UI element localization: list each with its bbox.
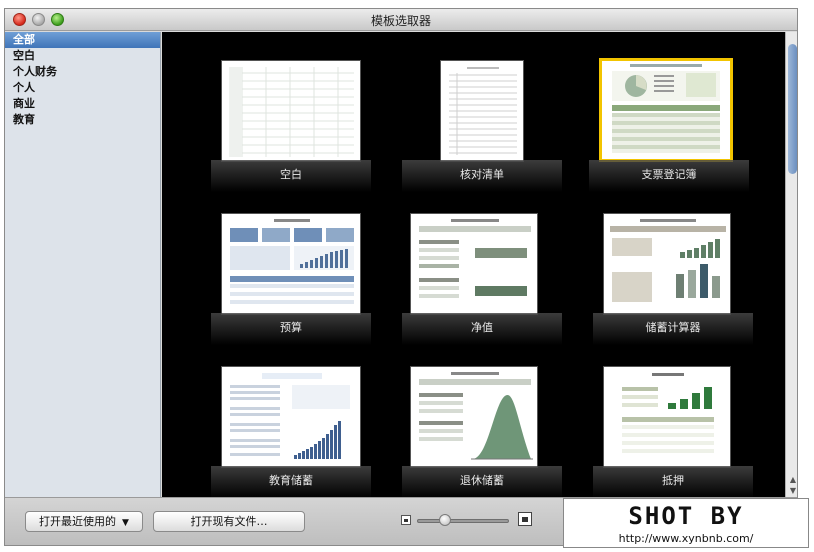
template-label: 退休储蓄 (402, 466, 562, 497)
education-savings-preview (230, 373, 350, 459)
template-tile-net-worth[interactable]: 净值 (402, 213, 562, 347)
zoom-out-icon[interactable] (401, 515, 411, 525)
sidebar-item-personal-finance[interactable]: 个人财务 (5, 64, 160, 80)
scroll-up-arrow-icon[interactable]: ▲ (788, 475, 797, 485)
template-label: 核对清单 (402, 160, 562, 192)
savings-calculator-preview (610, 219, 726, 302)
open-existing-file-button[interactable]: 打开现有文件… (153, 511, 305, 532)
template-label: 教育储蓄 (211, 466, 371, 497)
popup-arrow-icon: ▼ (122, 518, 129, 528)
retirement-savings-preview (419, 372, 533, 460)
template-label: 空白 (211, 160, 371, 192)
template-thumbnail-budget (221, 213, 361, 315)
net-worth-preview (419, 219, 531, 298)
template-label: 抵押 (593, 466, 753, 497)
scroll-down-arrow-icon[interactable]: ▼ (788, 486, 797, 496)
template-thumbnail-education-savings (221, 366, 361, 468)
blank-sheet-preview (229, 67, 354, 157)
title-bar: 模板选取器 (5, 9, 797, 31)
template-thumbnail-checklist (440, 60, 524, 162)
template-thumbnail-mortgage (603, 366, 731, 468)
checklist-preview (449, 67, 517, 155)
template-thumbnail-check-register (599, 58, 733, 162)
mortgage-preview (622, 373, 714, 453)
watermark-title: SHOT BY (628, 502, 744, 530)
template-label: 支票登记簿 (589, 160, 749, 192)
sidebar-item-education[interactable]: 教育 (5, 112, 160, 128)
template-thumbnail-net-worth (410, 213, 538, 315)
template-label: 预算 (211, 313, 371, 345)
template-thumbnail-retirement-savings (410, 366, 538, 468)
template-tile-savings-calculator[interactable]: 储蓄计算器 (593, 213, 753, 347)
watermark: SHOT BY http://www.xynbnb.com/ (563, 498, 809, 548)
template-label: 净值 (402, 313, 562, 345)
template-tile-education-savings[interactable]: 教育储蓄 (211, 366, 371, 497)
template-tile-budget[interactable]: 预算 (211, 213, 371, 347)
template-grid-scrollbar[interactable]: ▲ ▼ (785, 32, 797, 497)
template-label: 储蓄计算器 (593, 313, 753, 345)
category-sidebar: 全部 空白 个人财务 个人 商业 教育 (5, 32, 161, 497)
template-chooser-window: 模板选取器 全部 空白 个人财务 个人 商业 教育 空白 核对清单 支票登记簿 … (4, 8, 798, 546)
sidebar-item-personal[interactable]: 个人 (5, 80, 160, 96)
template-tile-checklist[interactable]: 核对清单 (402, 60, 562, 194)
template-thumbnail-savings-calculator (603, 213, 731, 315)
open-recent-popup-button[interactable]: 打开最近使用的 ▼ (25, 511, 143, 532)
thumbnail-size-slider-knob[interactable] (439, 514, 451, 526)
template-tile-retirement-savings[interactable]: 退休储蓄 (402, 366, 562, 497)
template-tile-mortgage[interactable]: 抵押 (593, 366, 753, 497)
check-register-preview (612, 64, 720, 153)
sidebar-item-all[interactable]: 全部 (5, 32, 160, 48)
sidebar-item-business[interactable]: 商业 (5, 96, 160, 112)
template-thumbnail-blank (221, 60, 361, 162)
budget-preview (230, 219, 354, 304)
open-recent-label: 打开最近使用的 (39, 515, 117, 528)
window-title: 模板选取器 (370, 14, 431, 28)
watermark-url: http://www.xynbnb.com/ (618, 532, 754, 545)
template-tile-blank[interactable]: 空白 (211, 60, 371, 194)
template-grid: 空白 核对清单 支票登记簿 预算 净值 储蓄计算器 教育储蓄 退休储蓄 抵押 (162, 32, 785, 497)
sidebar-item-blank[interactable]: 空白 (5, 48, 160, 64)
zoom-in-icon[interactable] (518, 512, 532, 526)
thumbnail-size-slider[interactable] (417, 519, 509, 523)
scrollbar-thumb[interactable] (788, 44, 797, 174)
template-tile-check-register[interactable]: 支票登记簿 (589, 58, 749, 192)
